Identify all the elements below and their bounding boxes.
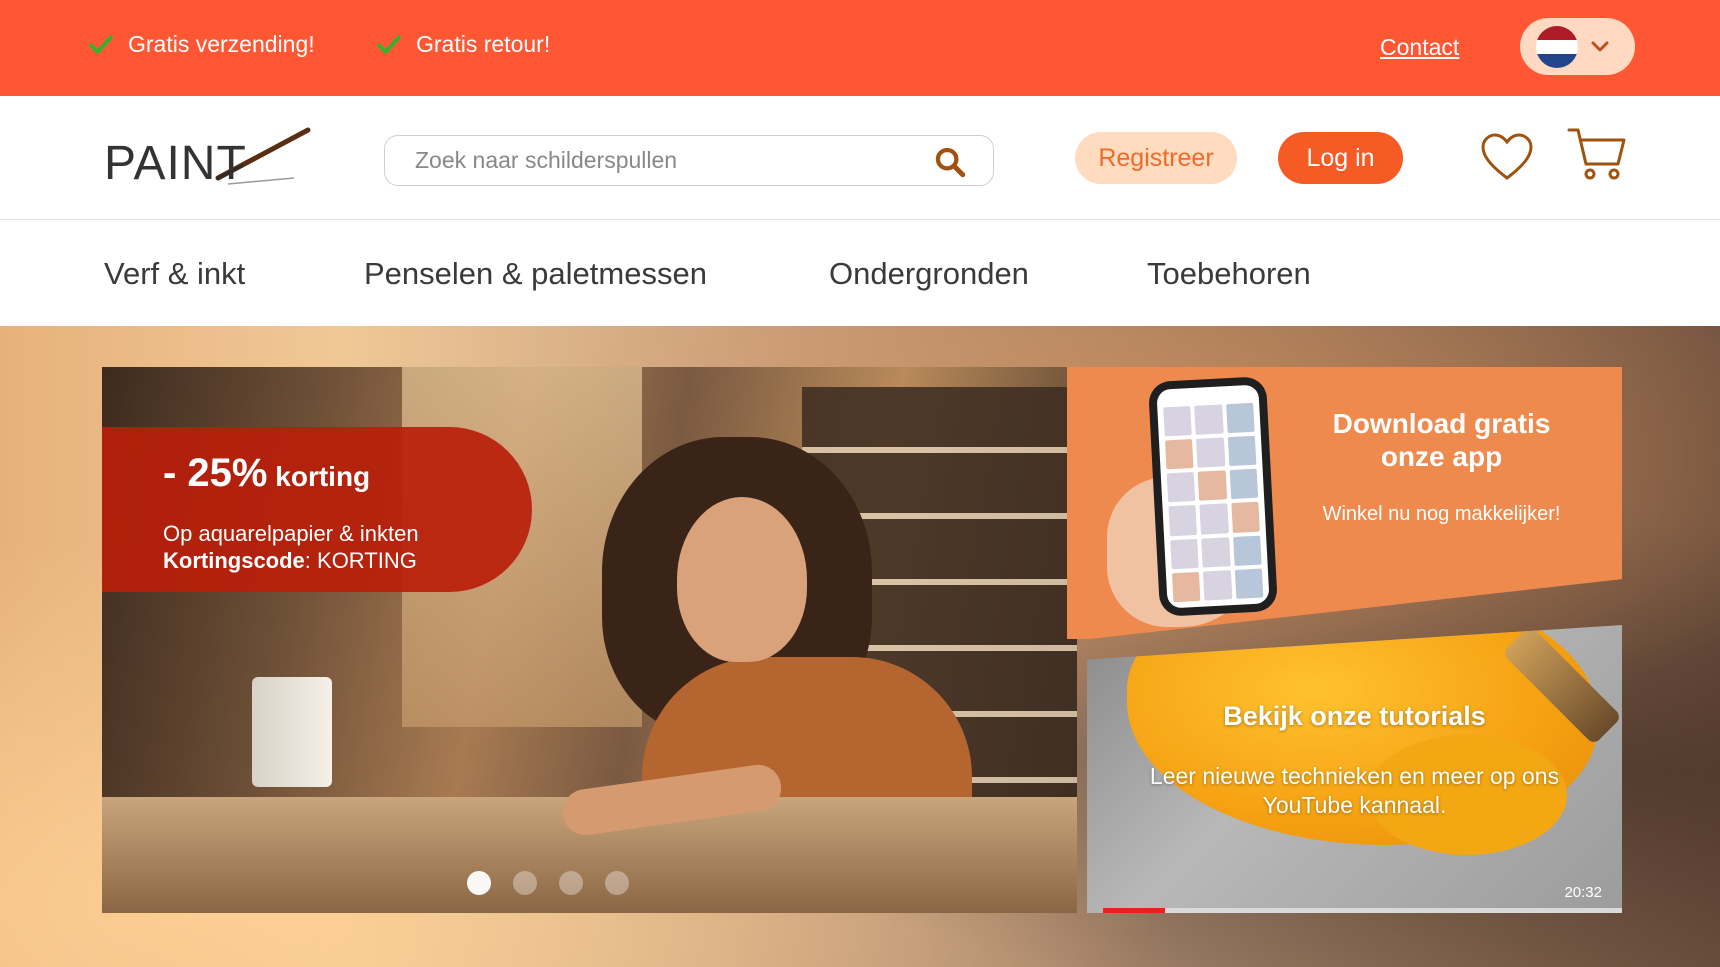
contact-link[interactable]: Contact (1380, 34, 1459, 61)
promo-banner: - 25% korting Op aquarelpapier & inkten … (102, 427, 532, 592)
promo-code-value: : KORTING (304, 548, 417, 573)
nav-item-penselen[interactable]: Penselen & paletmessen (364, 256, 707, 292)
heart-icon[interactable] (1480, 132, 1534, 182)
video-progress-fill (1103, 908, 1166, 913)
promo-line: Op aquarelpapier & inkten (163, 521, 419, 546)
search-input[interactable] (415, 147, 915, 174)
carousel-dot[interactable] (467, 871, 491, 895)
video-duration: 20:32 (1564, 884, 1602, 901)
search-bar[interactable] (384, 135, 994, 186)
login-button[interactable]: Log in (1278, 132, 1403, 184)
banner-photo-person-face (677, 497, 807, 662)
nav-item-ondergronden[interactable]: Ondergronden (829, 256, 1029, 292)
video-title: Bekijk onze tutorials (1223, 701, 1486, 731)
promo-title: - 25% korting (163, 451, 370, 496)
promo-discount: - 25% (163, 451, 268, 495)
cart-icon[interactable] (1566, 126, 1628, 182)
video-subtitle: Leer nieuwe technieken en meer op ons Yo… (1149, 763, 1560, 818)
promo-discount-word: korting (275, 461, 371, 492)
usp-label: Gratis retour! (416, 31, 551, 57)
chevron-down-icon (1591, 41, 1609, 51)
banner-photo-jar (252, 677, 332, 787)
promo-code-label: Kortingscode (163, 548, 305, 573)
tutorial-video-card[interactable]: Bekijk onze tutorials Leer nieuwe techni… (1087, 625, 1622, 913)
logo[interactable]: PAINT (104, 126, 314, 196)
carousel-dot[interactable] (559, 871, 583, 895)
top-bar: Gratis verzending! Gratis retour! Contac… (0, 0, 1720, 96)
promo-subtitle: Op aquarelpapier & inkten Kortingscode: … (163, 520, 419, 574)
nav-item-verf-inkt[interactable]: Verf & inkt (104, 256, 245, 292)
dutch-flag-icon (1536, 25, 1578, 68)
language-selector[interactable] (1520, 18, 1635, 75)
search-icon[interactable] (933, 145, 967, 179)
promo-code: Kortingscode: KORTING (163, 547, 419, 574)
carousel-dot[interactable] (605, 871, 629, 895)
carousel-dot[interactable] (513, 871, 537, 895)
video-progress-bar[interactable] (1103, 908, 1622, 913)
app-card-title: Download gratis onze app (1332, 408, 1551, 472)
carousel-dots (467, 871, 629, 895)
nav-item-toebehoren[interactable]: Toebehoren (1147, 256, 1311, 292)
register-button[interactable]: Registreer (1075, 132, 1237, 184)
checkmark-icon (89, 35, 113, 54)
hero-section: - 25% korting Op aquarelpapier & inkten … (0, 326, 1720, 967)
checkmark-icon (377, 35, 401, 54)
phone-image (1147, 376, 1279, 617)
usp-free-returns: Gratis retour! (376, 31, 550, 58)
brush-logo-icon (215, 127, 311, 185)
header: PAINT Registreer Log in (0, 96, 1720, 220)
usp-free-shipping: Gratis verzending! (88, 31, 315, 58)
app-card-subtitle: Winkel nu nog makkelijker! (1322, 503, 1561, 525)
main-banner-slide[interactable]: - 25% korting Op aquarelpapier & inkten … (102, 367, 1077, 913)
usp-label: Gratis verzending! (128, 31, 315, 57)
category-nav: Verf & inkt Penselen & paletmessen Onder… (0, 220, 1720, 326)
